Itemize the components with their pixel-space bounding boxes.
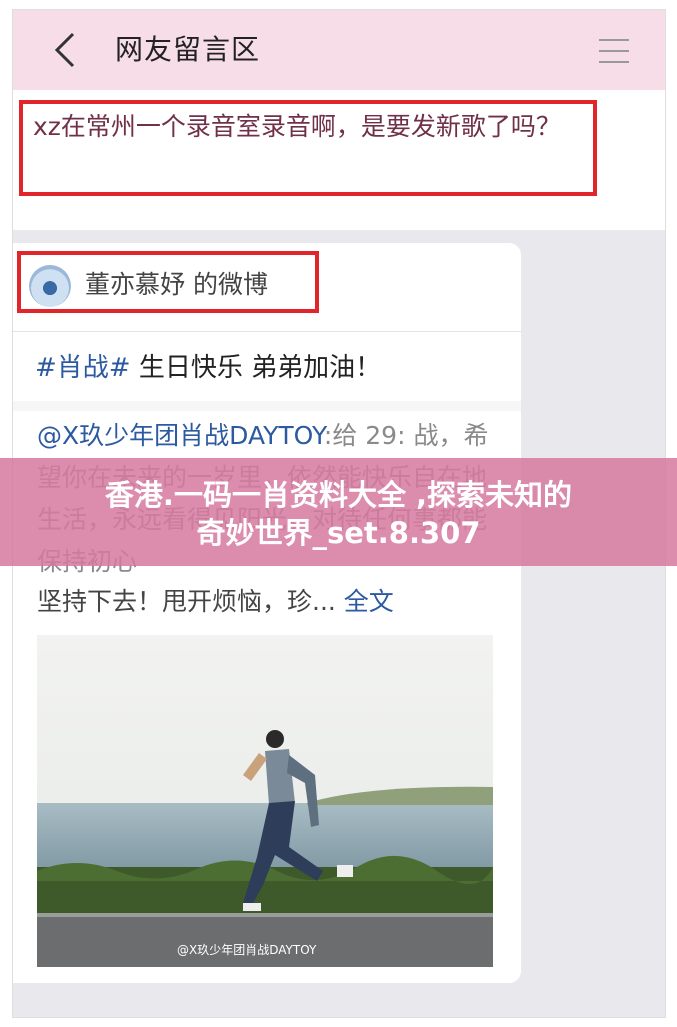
page-title: 网友留言区: [115, 33, 261, 66]
divider: [13, 331, 521, 332]
banner-line-1: 香港.一码一肖资料大全 ,探索未知的: [104, 478, 573, 512]
hamburger-menu-icon[interactable]: [597, 36, 631, 66]
message-section: xz在常州一个录音室录音啊，是要发新歌了吗？: [13, 90, 665, 230]
weibo-card[interactable]: 董亦慕妤 的微博 #肖战# 生日快乐 弟弟加油！ @X玖少年团肖战DAYTOY:…: [13, 243, 521, 983]
banner-text: 香港.一码一肖资料大全 ,探索未知的 奇妙世界_set.8.307: [0, 476, 677, 552]
hashtag-link[interactable]: #肖战#: [35, 353, 131, 383]
message-text: xz在常州一个录音室录音啊，是要发新歌了吗？: [33, 112, 561, 141]
overlay-banner: 香港.一码一肖资料大全 ,探索未知的 奇妙世界_set.8.307: [0, 458, 677, 566]
full-text-link[interactable]: 全文: [344, 587, 394, 616]
post-text: #肖战# 生日快乐 弟弟加油！: [35, 343, 381, 393]
divider: [13, 401, 521, 411]
post-photo[interactable]: @X玖少年团肖战DAYTOY: [37, 635, 493, 967]
chevron-left-icon[interactable]: [51, 30, 81, 70]
photo-watermark: @X玖少年团肖战DAYTOY: [177, 943, 317, 957]
repost-last-line: 坚持下去！甩开烦恼，珍... 全文: [37, 581, 394, 623]
author-name[interactable]: 董亦慕妤 的微博: [85, 263, 268, 307]
repost-tail: 坚持下去！甩开烦恼，珍...: [37, 587, 336, 616]
post-body: 生日快乐 弟弟加油！: [130, 353, 382, 383]
avatar[interactable]: [29, 265, 71, 307]
top-nav-bar: 网友留言区: [13, 10, 665, 90]
mention-link[interactable]: @X玖少年团肖战DAYTOY: [37, 421, 324, 450]
banner-line-2: 奇妙世界_set.8.307: [196, 516, 481, 550]
